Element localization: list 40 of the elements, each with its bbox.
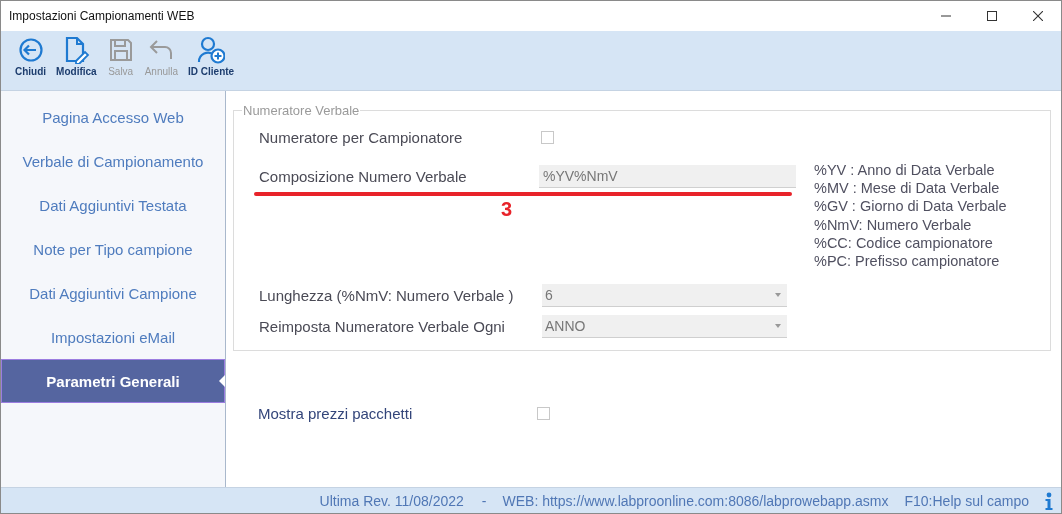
web-address-text: WEB: https://www.labproonline.com:8086/labprowebapp.asmx [502,492,889,509]
legend-text: %YV : Anno di Data Verbale [814,161,996,180]
add-user-icon [197,36,226,64]
field-label: Lunghezza (%NmV: Numero Verbale ) [259,286,515,304]
field-label: Composizione Numero Verbale [259,167,468,185]
toolbar-button[interactable]: Modifica [52,31,101,77]
sidebar-item[interactable]: Pagina Accesso Web [1,95,225,139]
field-label: Numeratore per Campionatore [259,128,464,146]
checkbox[interactable] [537,406,550,420]
annotation-number: 3 [501,198,513,221]
maximize-icon [987,11,997,21]
group-title: Numeratore Verbale [242,103,361,118]
exit-icon [16,36,45,64]
sidebar-item[interactable]: Dati Aggiuntivi Testata [1,183,225,227]
info-icon[interactable] [1045,491,1053,510]
legend-text: %MV : Mese di Data Verbale [814,179,1001,198]
dropdown[interactable]: 6 [542,283,787,307]
sidebar-item[interactable]: Impostazioni eMail [1,315,225,359]
sidebar-item[interactable]: Note per Tipo campione [1,227,225,271]
sidebar-item[interactable]: Verbale di Campionamento [1,139,225,183]
close-icon [1033,11,1043,21]
window-title: Impostazioni Campionamenti WEB [9,9,195,23]
field-label: Mostra prezzi pacchetti [258,404,414,422]
revision-text: Ultima Rev. 11/08/2022 [319,492,464,509]
dropdown[interactable]: ANNO [542,314,787,338]
sidebar-item[interactable]: Dati Aggiuntivi Campione [1,271,225,315]
legend-text: %NmV: Numero Verbale [814,215,973,234]
legend-text: %PC: Prefisso campionatore [814,252,1001,271]
caret-icon [775,292,781,297]
separator-text: - [481,492,487,509]
input-field[interactable]: %YV%NmV [539,164,796,188]
legend-text: %GV : Giorno di Data Verbale [814,197,1007,216]
help-text: F10:Help sul campo [904,492,1029,509]
field-label: Reimposta Numeratore Verbale Ogni [259,317,506,335]
toolbar-button[interactable]: ID Cliente [184,31,239,77]
checkbox[interactable] [541,130,554,144]
caret-icon [775,323,781,328]
toolbar-button[interactable]: Chiudi [11,31,51,77]
sidebar-item[interactable]: Parametri Generali [1,359,225,403]
legend-text: %CC: Codice campionatore [814,233,994,252]
